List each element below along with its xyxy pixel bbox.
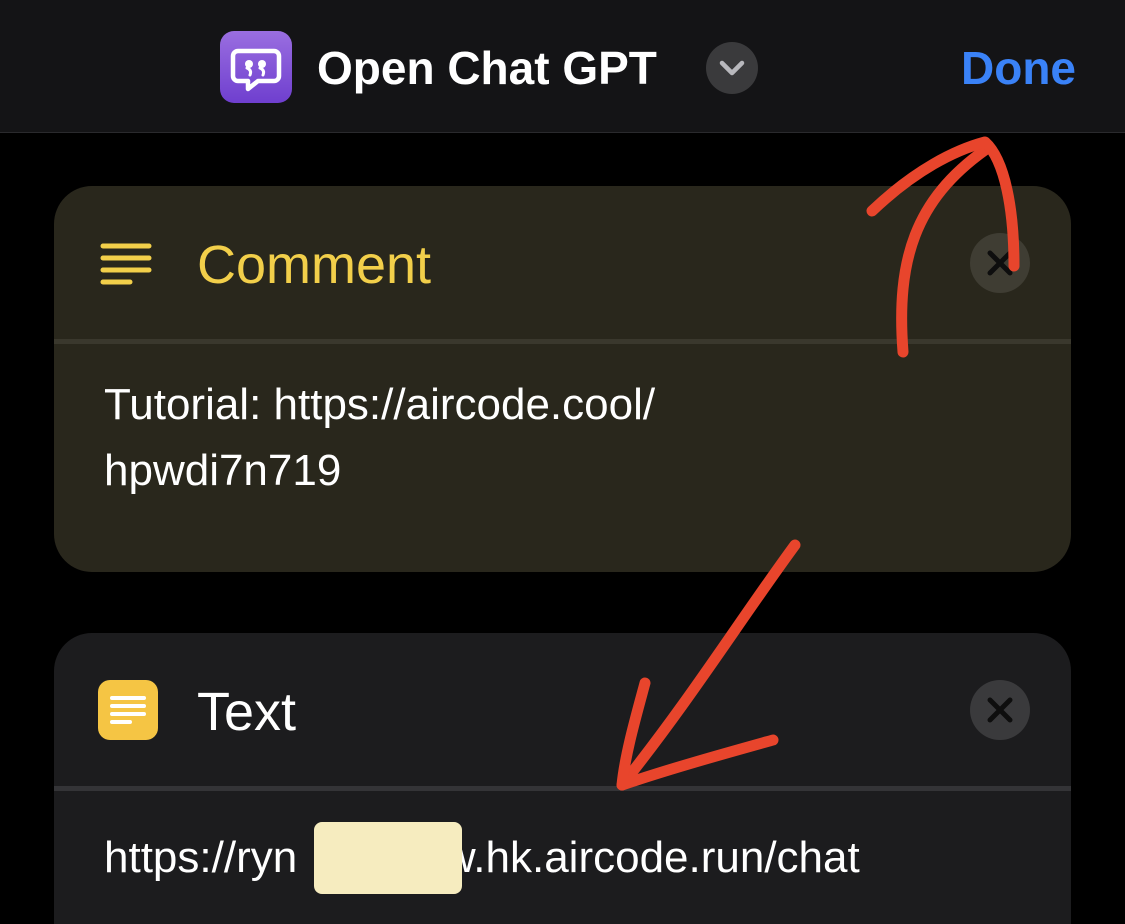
chevron-down-icon[interactable] [706,42,758,94]
text-action-card[interactable]: Text https://ryn qdw.hk.aircode.run/chat [54,633,1071,924]
text-card-header: Text [54,633,1071,788]
comment-card-header: Comment [54,186,1071,341]
quote-bubble-icon[interactable] [220,31,292,103]
remove-text-button[interactable] [970,680,1030,740]
redaction-mark [314,822,462,894]
close-icon [987,697,1013,723]
close-icon [987,250,1013,276]
text-url-field[interactable]: https://ryn qdw.hk.aircode.run/chat [104,825,1004,891]
comment-text-field[interactable]: Tutorial: https://aircode.cool/ hpwdi7n7… [104,372,1004,504]
done-button[interactable]: Done [961,36,1076,100]
shortcut-editor-screen: Open Chat GPT Done Comment Tutorial: htt… [0,0,1125,924]
text-lines-icon [100,242,152,288]
text-card-divider [54,786,1071,791]
comment-action-card[interactable]: Comment Tutorial: https://aircode.cool/ … [54,186,1071,572]
comment-card-divider [54,339,1071,344]
remove-comment-button[interactable] [970,233,1030,293]
text-document-icon [98,680,158,740]
navigation-bar: Open Chat GPT Done [0,0,1125,133]
comment-card-title: Comment [197,235,432,295]
shortcut-title[interactable]: Open Chat GPT [317,36,657,100]
text-card-title: Text [197,682,297,742]
